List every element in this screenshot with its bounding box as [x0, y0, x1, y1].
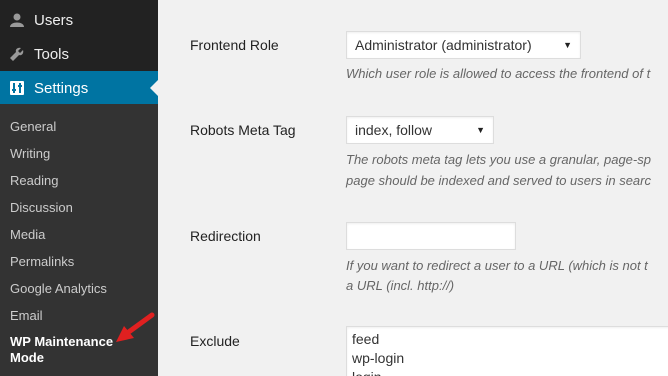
submenu-item-media[interactable]: Media — [10, 227, 45, 243]
chevron-down-icon: ▼ — [476, 125, 485, 135]
redirection-input[interactable] — [346, 222, 516, 250]
menu-item-label: Tools — [34, 45, 70, 63]
submenu-item-reading[interactable]: Reading — [10, 173, 58, 189]
frontend-role-value: Administrator (administrator) — [355, 37, 532, 53]
submenu-item-email[interactable]: Email — [10, 308, 43, 324]
admin-sidebar: Users Tools Settings General Writing Rea… — [0, 0, 158, 376]
redirection-description-line2: a URL (incl. http://) — [346, 278, 455, 293]
robots-description-line2: page should be indexed and served to use… — [346, 173, 651, 188]
settings-main: Frontend Role Administrator (administrat… — [158, 0, 668, 376]
redirection-label: Redirection — [190, 228, 261, 244]
settings-icon — [0, 71, 34, 105]
robots-meta-tag-value: index, follow — [355, 122, 433, 138]
user-icon — [0, 3, 34, 37]
robots-description-line1: The robots meta tag lets you use a granu… — [346, 152, 651, 167]
robots-meta-tag-label: Robots Meta Tag — [190, 122, 296, 138]
annotation-arrow-icon — [116, 312, 155, 342]
frontend-role-label: Frontend Role — [190, 37, 279, 53]
menu-item-tools[interactable]: Tools — [0, 37, 158, 71]
menu-item-label: Users — [34, 11, 74, 29]
exclude-line: feed — [352, 331, 380, 347]
exclude-line: login — [352, 368, 668, 376]
submenu-item-general[interactable]: General — [10, 119, 56, 135]
menu-item-users[interactable]: Users — [0, 3, 158, 37]
submenu-item-permalinks[interactable]: Permalinks — [10, 254, 74, 270]
frontend-role-description: Which user role is allowed to access the… — [346, 66, 651, 81]
submenu-item-discussion[interactable]: Discussion — [10, 200, 73, 216]
exclude-textarea[interactable]: feed wp-login login — [346, 326, 668, 376]
exclude-label: Exclude — [190, 333, 240, 349]
menu-item-label: Settings — [34, 79, 89, 97]
menu-item-settings[interactable]: Settings — [0, 71, 158, 105]
wrench-icon — [0, 37, 34, 71]
submenu-item-google-analytics[interactable]: Google Analytics — [10, 281, 107, 297]
submenu-item-writing[interactable]: Writing — [10, 146, 50, 162]
chevron-down-icon: ▼ — [563, 40, 572, 50]
robots-meta-tag-select[interactable]: index, follow ▼ — [346, 116, 494, 144]
submenu-item-label-line2: Mode — [10, 350, 44, 365]
frontend-role-select[interactable]: Administrator (administrator) ▼ — [346, 31, 581, 59]
exclude-line: wp-login — [352, 350, 405, 366]
redirection-description-line1: If you want to redirect a user to a URL … — [346, 258, 648, 273]
